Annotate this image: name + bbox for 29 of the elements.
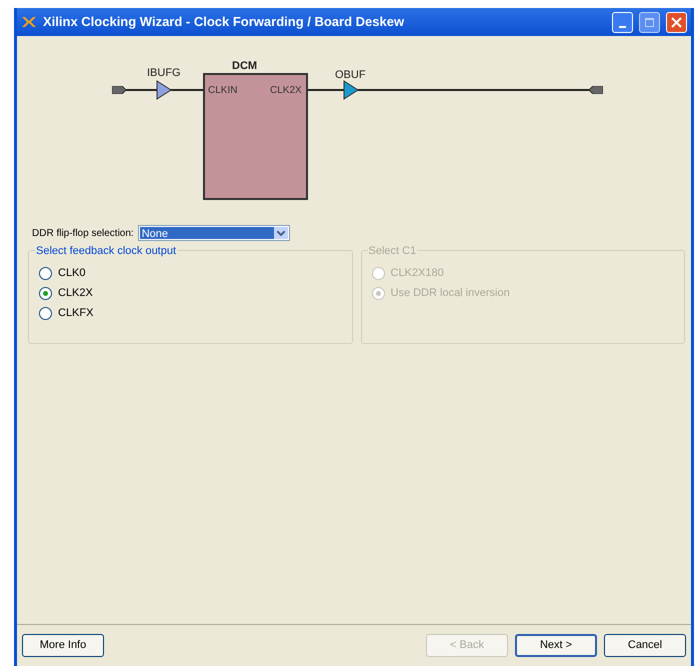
wizard-button[interactable]: Next >: [515, 634, 597, 657]
wizard-button[interactable]: More Info: [22, 634, 104, 657]
port-label: CLKIN: [208, 84, 238, 98]
radio-label: CLK2X: [58, 286, 93, 301]
wizard-button[interactable]: Cancel: [604, 634, 686, 657]
output-port-icon: [589, 86, 603, 94]
radio-label: CLK0: [58, 266, 86, 281]
buffer-label: OBUF: [335, 68, 366, 83]
block-title: DCM: [232, 59, 258, 74]
buffer-label: IBUFG: [147, 66, 181, 81]
buffer-icon: [343, 80, 359, 100]
radio-button[interactable]: [39, 286, 52, 300]
group-title: Select feedback clock output: [35, 243, 178, 260]
buffer-icon: [156, 80, 172, 100]
port-label: CLK2X: [270, 84, 302, 98]
close-button[interactable]: [666, 12, 687, 32]
radio-label: Use DDR local inversion: [390, 286, 510, 301]
radio-button[interactable]: [39, 306, 52, 320]
radio-button[interactable]: [39, 266, 52, 280]
close-icon: [671, 16, 682, 28]
minimize-button[interactable]: [612, 12, 633, 32]
ddr-label: DDR flip-flop selection:: [32, 226, 134, 240]
ddr-dropdown[interactable]: None: [138, 225, 290, 241]
maximize-button[interactable]: [639, 12, 660, 32]
radio-label: CLK2X180: [390, 266, 444, 281]
app-icon: [21, 15, 37, 29]
radio-label: CLKFX: [58, 306, 94, 321]
window-title: Xilinx Clocking Wizard - Clock Forwarding / Board Deskew: [43, 13, 406, 32]
input-port-icon: [112, 86, 126, 94]
